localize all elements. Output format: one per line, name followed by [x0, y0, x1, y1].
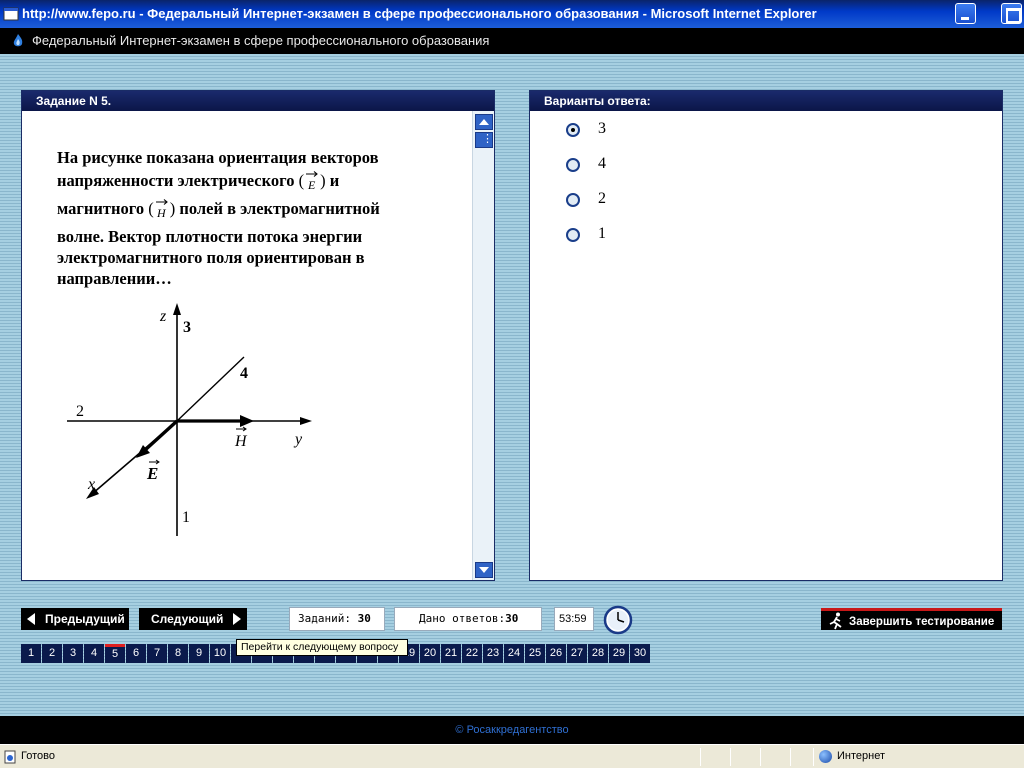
flame-logo-icon	[13, 34, 23, 47]
e-vector-symbol: (E)	[298, 171, 326, 192]
status-separator	[700, 748, 701, 766]
scroll-up-button[interactable]	[475, 114, 493, 130]
question-number-button[interactable]: 8	[168, 644, 188, 663]
status-text: Готово	[21, 750, 55, 762]
question-number-button[interactable]: 4	[84, 644, 104, 663]
page-icon	[4, 750, 16, 764]
question-number-button[interactable]: 10	[210, 644, 230, 663]
running-man-icon	[829, 612, 842, 630]
answer-option[interactable]: 2	[566, 190, 766, 226]
question-text: На рисунке показана ориентация векторов …	[57, 148, 380, 288]
question-number-button[interactable]: 28	[588, 644, 608, 663]
svg-text:H: H	[156, 206, 167, 220]
scroll-thumb[interactable]	[475, 132, 493, 148]
answer-option[interactable]: 1	[566, 225, 766, 261]
label-2: 2	[76, 403, 84, 420]
question-number-button[interactable]: 7	[147, 644, 167, 663]
question-number-button[interactable]: 24	[504, 644, 524, 663]
status-separator	[790, 748, 791, 766]
main-area: Задание N 5. На рисунке показана ориента…	[0, 54, 1024, 716]
e-vector	[142, 419, 179, 453]
finish-test-button[interactable]: Завершить тестирование	[821, 608, 1002, 630]
z-axis-arrow	[173, 303, 181, 315]
label-y: y	[293, 431, 303, 448]
status-separator	[730, 748, 731, 766]
minimize-button[interactable]	[955, 3, 976, 24]
radio-button-selected[interactable]	[566, 123, 580, 137]
label-z: z	[159, 308, 167, 325]
previous-button[interactable]: Предыдущий	[21, 608, 129, 630]
window-title-bar[interactable]: http://www.fepo.ru - Федеральный Интерне…	[0, 0, 1024, 28]
question-number-button[interactable]: 26	[546, 644, 566, 663]
internet-explorer-icon	[3, 7, 19, 21]
label-4: 4	[240, 365, 248, 382]
question-number-button[interactable]: 2	[42, 644, 62, 663]
copyright-link[interactable]: © Росаккредагентство	[455, 724, 568, 736]
question-number-button[interactable]: 30	[630, 644, 650, 663]
h-vector-arrow	[240, 415, 254, 427]
svg-text:E: E	[307, 178, 316, 192]
radio-button[interactable]	[566, 158, 580, 172]
task-panel: Задание N 5. На рисунке показана ориента…	[21, 90, 495, 581]
answer-option[interactable]: 4	[566, 155, 766, 191]
question-number-button[interactable]: 27	[567, 644, 587, 663]
question-number-button[interactable]: 3	[63, 644, 83, 663]
answered-count-box: Дано ответов:30	[394, 607, 542, 631]
direction-4-line	[176, 356, 245, 422]
label-h: H	[234, 433, 248, 450]
question-number-button-current[interactable]: 5	[105, 644, 125, 663]
task-title: Задание N 5.	[22, 91, 494, 111]
question-number-button[interactable]: 22	[462, 644, 482, 663]
internet-zone-icon	[819, 750, 832, 763]
next-button[interactable]: Следующий	[139, 608, 247, 630]
radio-button[interactable]	[566, 228, 580, 242]
answer-options: 3 4 2 1	[566, 120, 766, 261]
radio-button[interactable]	[566, 193, 580, 207]
label-e: E	[146, 464, 158, 483]
timer-display: 53:59	[554, 607, 594, 631]
question-number-button[interactable]: 6	[126, 644, 146, 663]
answer-option[interactable]: 3	[566, 120, 766, 156]
scroll-down-button[interactable]	[475, 562, 493, 578]
clock-icon	[603, 605, 633, 635]
answers-title: Варианты ответа:	[530, 91, 1002, 111]
app-header: Федеральный Интернет-экзамен в сфере про…	[0, 28, 1024, 54]
label-1: 1	[182, 509, 190, 526]
security-zone-label: Интернет	[837, 750, 885, 762]
label-x: x	[87, 476, 95, 493]
status-bar: Готово Интернет	[0, 744, 1024, 768]
status-separator	[813, 748, 814, 766]
question-number-button[interactable]: 21	[441, 644, 461, 663]
question-number-button[interactable]: 29	[609, 644, 629, 663]
app-footer: © Росаккредагентство	[0, 716, 1024, 744]
app-header-title: Федеральный Интернет-экзамен в сфере про…	[32, 33, 490, 48]
task-scrollbar[interactable]	[472, 111, 494, 580]
total-tasks-box: Заданий: 30	[289, 607, 385, 631]
label-3: 3	[183, 319, 191, 336]
window-title: http://www.fepo.ru - Федеральный Интерне…	[22, 6, 817, 21]
question-number-button[interactable]: 25	[525, 644, 545, 663]
y-axis-arrow	[300, 417, 312, 425]
vector-diagram: z 3 4 2 y H E x 1	[67, 303, 312, 536]
question-number-button[interactable]: 9	[189, 644, 209, 663]
question-number-button[interactable]: 1	[21, 644, 41, 663]
h-vector-symbol: (H)	[148, 199, 176, 220]
maximize-button[interactable]	[1001, 3, 1022, 24]
status-separator	[760, 748, 761, 766]
question-number-button[interactable]: 20	[420, 644, 440, 663]
next-button-tooltip: Перейти к следующему вопросу	[236, 639, 408, 656]
question-number-button[interactable]: 23	[483, 644, 503, 663]
answer-panel: Варианты ответа: 3 4 2 1	[529, 90, 1003, 581]
